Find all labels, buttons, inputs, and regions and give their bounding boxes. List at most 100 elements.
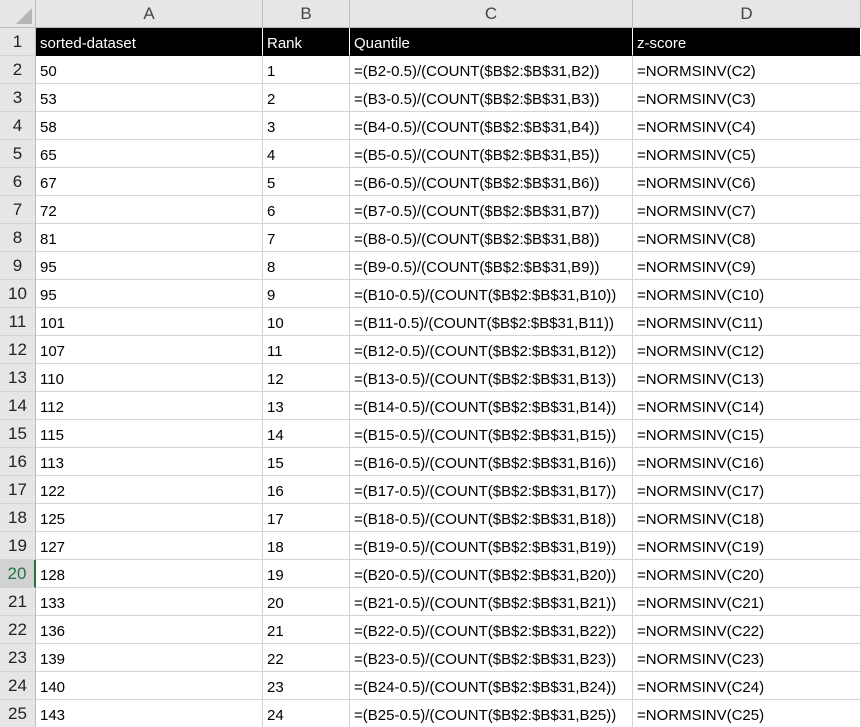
cell-b[interactable]: 4	[263, 140, 350, 168]
cell-a[interactable]: 65	[36, 140, 263, 168]
cell-b[interactable]: 20	[263, 588, 350, 616]
cell-c[interactable]: =(B13-0.5)/(COUNT($B$2:$B$31,B13))	[350, 364, 633, 392]
cell-d[interactable]: =NORMSINV(C21)	[633, 588, 861, 616]
cell-c[interactable]: =(B6-0.5)/(COUNT($B$2:$B$31,B6))	[350, 168, 633, 196]
cell-d[interactable]: =NORMSINV(C10)	[633, 280, 861, 308]
cell-b[interactable]: 8	[263, 252, 350, 280]
row-header[interactable]: 20	[0, 560, 36, 588]
cell-b[interactable]: 17	[263, 504, 350, 532]
cell-c[interactable]: =(B4-0.5)/(COUNT($B$2:$B$31,B4))	[350, 112, 633, 140]
cell-d[interactable]: =NORMSINV(C2)	[633, 56, 861, 84]
cell-d[interactable]: =NORMSINV(C4)	[633, 112, 861, 140]
cell-d[interactable]: =NORMSINV(C14)	[633, 392, 861, 420]
cell-b[interactable]: 5	[263, 168, 350, 196]
cell-a[interactable]: 53	[36, 84, 263, 112]
cell-b[interactable]: 24	[263, 700, 350, 727]
cell-b[interactable]: 13	[263, 392, 350, 420]
cell-a[interactable]: 50	[36, 56, 263, 84]
column-header-c[interactable]: C	[350, 0, 633, 28]
row-header[interactable]: 9	[0, 252, 36, 280]
row-header[interactable]: 5	[0, 140, 36, 168]
cell-c[interactable]: =(B5-0.5)/(COUNT($B$2:$B$31,B5))	[350, 140, 633, 168]
cell-a[interactable]: 143	[36, 700, 263, 727]
cell-a[interactable]: 133	[36, 588, 263, 616]
cell-b[interactable]: 23	[263, 672, 350, 700]
cell-d[interactable]: =NORMSINV(C6)	[633, 168, 861, 196]
cell-a[interactable]: 112	[36, 392, 263, 420]
row-header[interactable]: 11	[0, 308, 36, 336]
cell-b[interactable]: 6	[263, 196, 350, 224]
cell-a[interactable]: 95	[36, 252, 263, 280]
cell-a[interactable]: 107	[36, 336, 263, 364]
cell-a[interactable]: 115	[36, 420, 263, 448]
cell-c[interactable]: =(B24-0.5)/(COUNT($B$2:$B$31,B24))	[350, 672, 633, 700]
row-header[interactable]: 7	[0, 196, 36, 224]
cell-a[interactable]: 140	[36, 672, 263, 700]
cell-c[interactable]: =(B2-0.5)/(COUNT($B$2:$B$31,B2))	[350, 56, 633, 84]
cell-a[interactable]: 81	[36, 224, 263, 252]
cell-b[interactable]: 18	[263, 532, 350, 560]
cell-d[interactable]: =NORMSINV(C7)	[633, 196, 861, 224]
column-header-b[interactable]: B	[263, 0, 350, 28]
cell-a[interactable]: 95	[36, 280, 263, 308]
cell-d[interactable]: =NORMSINV(C22)	[633, 616, 861, 644]
cell-d[interactable]: =NORMSINV(C25)	[633, 700, 861, 727]
cell-c[interactable]: =(B10-0.5)/(COUNT($B$2:$B$31,B10))	[350, 280, 633, 308]
cell-a[interactable]: 125	[36, 504, 263, 532]
cell-b1[interactable]: Rank	[263, 28, 350, 56]
cell-b[interactable]: 10	[263, 308, 350, 336]
cell-a[interactable]: 127	[36, 532, 263, 560]
select-all-button[interactable]	[0, 0, 36, 28]
cell-b[interactable]: 19	[263, 560, 350, 588]
row-header[interactable]: 18	[0, 504, 36, 532]
cell-c[interactable]: =(B14-0.5)/(COUNT($B$2:$B$31,B14))	[350, 392, 633, 420]
cell-c[interactable]: =(B17-0.5)/(COUNT($B$2:$B$31,B17))	[350, 476, 633, 504]
cell-a1[interactable]: sorted-dataset	[36, 28, 263, 56]
cell-c[interactable]: =(B21-0.5)/(COUNT($B$2:$B$31,B21))	[350, 588, 633, 616]
cell-a[interactable]: 136	[36, 616, 263, 644]
row-header[interactable]: 1	[0, 28, 36, 56]
cell-c[interactable]: =(B20-0.5)/(COUNT($B$2:$B$31,B20))	[350, 560, 633, 588]
row-header[interactable]: 17	[0, 476, 36, 504]
cell-d[interactable]: =NORMSINV(C16)	[633, 448, 861, 476]
cell-b[interactable]: 1	[263, 56, 350, 84]
cell-d1[interactable]: z-score	[633, 28, 861, 56]
cell-d[interactable]: =NORMSINV(C15)	[633, 420, 861, 448]
cell-b[interactable]: 21	[263, 616, 350, 644]
cell-c[interactable]: =(B3-0.5)/(COUNT($B$2:$B$31,B3))	[350, 84, 633, 112]
cell-d[interactable]: =NORMSINV(C3)	[633, 84, 861, 112]
row-header[interactable]: 23	[0, 644, 36, 672]
cell-d[interactable]: =NORMSINV(C12)	[633, 336, 861, 364]
row-header[interactable]: 21	[0, 588, 36, 616]
row-header[interactable]: 4	[0, 112, 36, 140]
cell-b[interactable]: 14	[263, 420, 350, 448]
row-header[interactable]: 8	[0, 224, 36, 252]
row-header[interactable]: 3	[0, 84, 36, 112]
cell-a[interactable]: 101	[36, 308, 263, 336]
cell-b[interactable]: 9	[263, 280, 350, 308]
cell-d[interactable]: =NORMSINV(C5)	[633, 140, 861, 168]
cell-c[interactable]: =(B8-0.5)/(COUNT($B$2:$B$31,B8))	[350, 224, 633, 252]
cell-a[interactable]: 113	[36, 448, 263, 476]
cell-c[interactable]: =(B15-0.5)/(COUNT($B$2:$B$31,B15))	[350, 420, 633, 448]
cell-c[interactable]: =(B12-0.5)/(COUNT($B$2:$B$31,B12))	[350, 336, 633, 364]
row-header[interactable]: 15	[0, 420, 36, 448]
cell-c[interactable]: =(B18-0.5)/(COUNT($B$2:$B$31,B18))	[350, 504, 633, 532]
cell-b[interactable]: 11	[263, 336, 350, 364]
row-header[interactable]: 12	[0, 336, 36, 364]
cell-d[interactable]: =NORMSINV(C13)	[633, 364, 861, 392]
cell-a[interactable]: 72	[36, 196, 263, 224]
cell-c[interactable]: =(B11-0.5)/(COUNT($B$2:$B$31,B11))	[350, 308, 633, 336]
cell-c[interactable]: =(B7-0.5)/(COUNT($B$2:$B$31,B7))	[350, 196, 633, 224]
cell-c[interactable]: =(B25-0.5)/(COUNT($B$2:$B$31,B25))	[350, 700, 633, 727]
cell-a[interactable]: 128	[36, 560, 263, 588]
cell-c[interactable]: =(B16-0.5)/(COUNT($B$2:$B$31,B16))	[350, 448, 633, 476]
cell-c[interactable]: =(B19-0.5)/(COUNT($B$2:$B$31,B19))	[350, 532, 633, 560]
cell-b[interactable]: 7	[263, 224, 350, 252]
row-header[interactable]: 19	[0, 532, 36, 560]
cell-c[interactable]: =(B9-0.5)/(COUNT($B$2:$B$31,B9))	[350, 252, 633, 280]
cell-b[interactable]: 16	[263, 476, 350, 504]
cell-a[interactable]: 122	[36, 476, 263, 504]
cell-c[interactable]: =(B22-0.5)/(COUNT($B$2:$B$31,B22))	[350, 616, 633, 644]
cell-c[interactable]: =(B23-0.5)/(COUNT($B$2:$B$31,B23))	[350, 644, 633, 672]
